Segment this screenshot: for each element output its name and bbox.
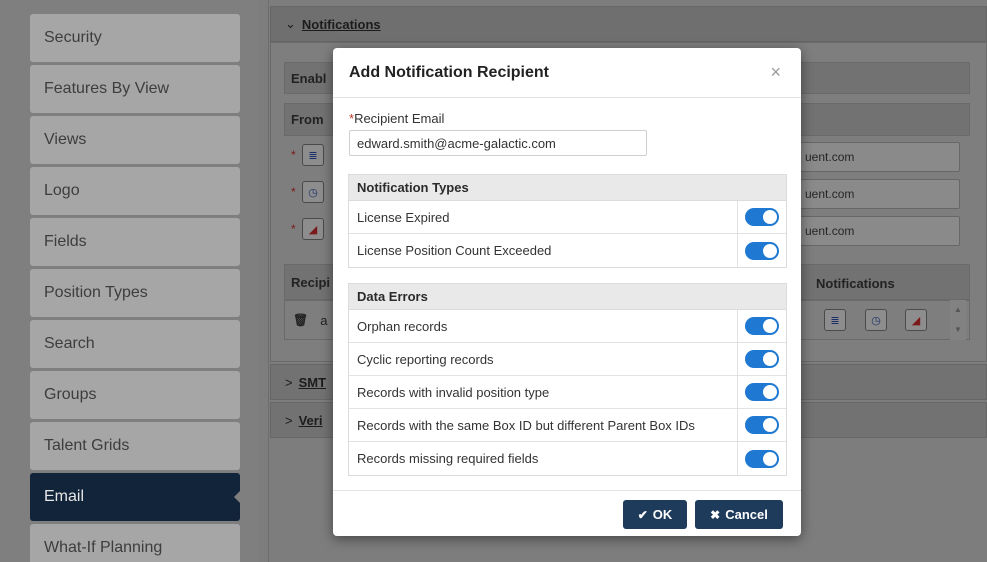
- invalid-position-type-toggle[interactable]: [745, 383, 779, 401]
- sidebar-item-talent-grids[interactable]: Talent Grids: [30, 422, 240, 470]
- sidebar-item-what-if-planning[interactable]: What-If Planning: [30, 524, 240, 562]
- email-value: uent.com: [805, 224, 855, 238]
- modal-footer: ✔ OK ✖ Cancel: [333, 490, 801, 536]
- sidebar-item-label: Logo: [44, 182, 80, 199]
- from-email-field-2[interactable]: uent.com: [798, 179, 960, 209]
- trash-icon[interactable]: 🗑: [293, 313, 308, 327]
- sidebar-item-label: Position Types: [44, 284, 148, 301]
- button-label: OK: [652, 507, 673, 522]
- same-box-id-toggle[interactable]: [745, 416, 779, 434]
- clock-icon: ◷: [865, 309, 887, 331]
- orphan-records-toggle[interactable]: [745, 317, 779, 335]
- row-label: License Position Count Exceeded: [349, 234, 738, 267]
- recipient-email-fragment: a: [320, 312, 328, 328]
- sidebar-item-email[interactable]: Email: [30, 473, 241, 521]
- recipient-email-label: *Recipient Email: [349, 111, 444, 126]
- modal-header: Add Notification Recipient ×: [333, 48, 801, 98]
- chevron-down-icon: ⌄: [285, 16, 296, 31]
- notification-types-group: Notification Types License Expired Licen…: [348, 174, 787, 268]
- row-label: Orphan records: [349, 310, 738, 342]
- row-label: Cyclic reporting records: [349, 343, 738, 375]
- sidebar-item-label: Fields: [44, 233, 87, 250]
- ok-button[interactable]: ✔ OK: [623, 500, 687, 529]
- chart-error-icon: ◢: [302, 218, 324, 240]
- sidebar-item-label: What-If Planning: [44, 539, 163, 556]
- modal-title: Add Notification Recipient: [349, 64, 549, 81]
- add-notification-recipient-dialog: Add Notification Recipient × *Recipient …: [333, 48, 801, 536]
- list-item: License Expired: [349, 201, 786, 234]
- accordion-title: Notifications: [301, 16, 381, 32]
- sidebar-item-logo[interactable]: Logo: [30, 167, 240, 215]
- cyclic-reporting-toggle[interactable]: [745, 350, 779, 368]
- accordion-title: SMT: [298, 374, 327, 390]
- list-item: Records missing required fields: [349, 442, 786, 475]
- sidebar-item-features-by-view[interactable]: Features By View: [30, 65, 240, 113]
- missing-required-fields-toggle[interactable]: [745, 449, 779, 468]
- row-label: License Expired: [349, 201, 738, 233]
- recipient-email-input[interactable]: [349, 130, 647, 156]
- license-expired-toggle[interactable]: [745, 208, 779, 226]
- sidebar-item-label: Features By View: [44, 80, 170, 97]
- list-item: Orphan records: [349, 310, 786, 343]
- sidebar-item-groups[interactable]: Groups: [30, 371, 240, 419]
- sidebar-item-label: Groups: [44, 386, 97, 403]
- from-email-field-1[interactable]: uent.com: [798, 142, 960, 172]
- sidebar-item-position-types[interactable]: Position Types: [30, 269, 240, 317]
- group-title: Data Errors: [349, 284, 786, 310]
- data-errors-group: Data Errors Orphan records Cyclic report…: [348, 283, 787, 476]
- required-marker: *: [291, 148, 296, 162]
- enable-label: Enabl: [291, 70, 327, 86]
- close-icon[interactable]: ×: [770, 62, 781, 83]
- button-label: Cancel: [725, 507, 768, 522]
- sidebar-item-label: Views: [44, 131, 87, 148]
- scrollbar[interactable]: ▲ ▼: [950, 300, 966, 340]
- chevron-right-icon: >: [285, 412, 293, 428]
- row-label: Records with the same Box ID but differe…: [349, 409, 738, 441]
- x-icon: ✖: [710, 507, 721, 522]
- sidebar-item-label: Security: [44, 29, 102, 46]
- list-item: License Position Count Exceeded: [349, 234, 786, 267]
- recipients-label: Recipi: [291, 274, 331, 290]
- required-marker: *: [291, 222, 296, 236]
- email-value: uent.com: [805, 150, 855, 164]
- database-icon: ≣: [302, 144, 324, 166]
- from-email-field-3[interactable]: uent.com: [798, 216, 960, 246]
- notifications-accordion-header[interactable]: ⌄ Notifications: [270, 6, 987, 42]
- group-title: Notification Types: [349, 175, 786, 201]
- cancel-button[interactable]: ✖ Cancel: [695, 500, 783, 529]
- notifications-column-header: Notifications: [816, 276, 895, 291]
- row-label: Records missing required fields: [349, 442, 738, 475]
- label-text: Recipient Email: [354, 111, 445, 126]
- divider: [268, 0, 269, 562]
- sidebar-item-label: Email: [44, 488, 85, 505]
- chart-error-icon: ◢: [905, 309, 927, 331]
- database-icon: ≣: [824, 309, 846, 331]
- from-label: From: [291, 112, 324, 127]
- sidebar-item-fields[interactable]: Fields: [30, 218, 240, 266]
- sidebar-item-views[interactable]: Views: [30, 116, 240, 164]
- checkmark-icon: ✔: [637, 507, 648, 522]
- list-item: Records with the same Box ID but differe…: [349, 409, 786, 442]
- row-label: Records with invalid position type: [349, 376, 738, 408]
- email-value: uent.com: [805, 187, 855, 201]
- sidebar-item-search[interactable]: Search: [30, 320, 240, 368]
- sidebar-item-label: Talent Grids: [44, 437, 130, 454]
- required-marker: *: [291, 185, 296, 199]
- chevron-right-icon: >: [285, 374, 293, 390]
- clock-icon: ◷: [302, 181, 324, 203]
- license-position-count-toggle[interactable]: [745, 241, 779, 260]
- settings-sidebar: Security Features By View Views Logo Fie…: [0, 0, 258, 562]
- sidebar-item-label: Search: [44, 335, 95, 352]
- sidebar-item-security[interactable]: Security: [30, 14, 240, 62]
- list-item: Cyclic reporting records: [349, 343, 786, 376]
- accordion-title: Veri: [298, 412, 323, 428]
- list-item: Records with invalid position type: [349, 376, 786, 409]
